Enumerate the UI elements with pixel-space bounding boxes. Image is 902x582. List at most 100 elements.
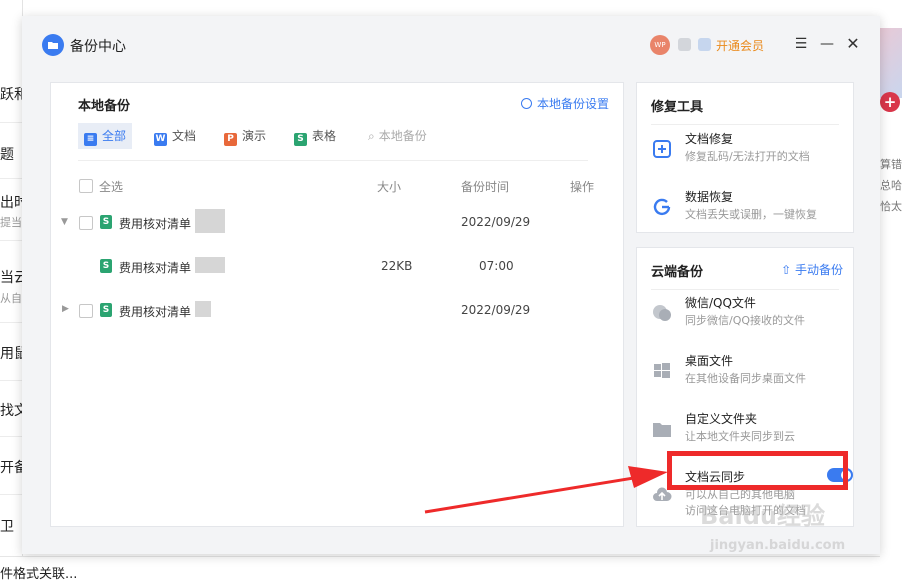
row-checkbox[interactable] xyxy=(79,216,93,230)
thumbnail-image xyxy=(880,28,902,98)
menu-icon[interactable]: ☰ xyxy=(790,33,812,55)
chat-bubble-icon xyxy=(653,305,671,321)
collapse-icon[interactable]: ▼ xyxy=(61,217,68,227)
sheet-file-icon: S xyxy=(100,303,112,317)
desktop-files-item[interactable]: 桌面文件 在其他设备同步桌面文件 xyxy=(651,352,847,398)
divider xyxy=(0,436,22,437)
header-select-all: 全选 xyxy=(99,180,124,194)
bg-text: 卫 xyxy=(0,519,14,535)
background-app-right: + 算错 总哈 恰太 xyxy=(880,0,902,580)
folder-icon xyxy=(653,423,671,437)
item-title: 自定义文件夹 xyxy=(685,412,758,426)
tab-ppt[interactable]: P 演示 xyxy=(224,123,266,149)
doc-icon: W xyxy=(154,133,167,146)
highlight-box xyxy=(667,451,848,490)
data-recovery-item[interactable]: 数据恢复 文档丢失或误删，一键恢复 xyxy=(651,188,847,234)
search-field[interactable]: ⌕ 本地备份 xyxy=(368,123,427,149)
bg-text: 从自 xyxy=(0,292,22,305)
item-desc: 文档丢失或误删，一键恢复 xyxy=(685,208,817,221)
table-row[interactable]: S 费用核对清单 22KB 07:00 xyxy=(51,247,623,287)
local-backup-title: 本地备份 xyxy=(78,99,131,114)
divider xyxy=(0,122,22,123)
header-time: 备份时间 xyxy=(461,180,510,194)
file-name: 费用核对清单 xyxy=(119,305,192,319)
file-name: 费用核对清单 xyxy=(119,261,192,275)
bg-text: 件格式关联... xyxy=(0,567,78,582)
divider xyxy=(0,494,22,495)
bg-text: 算错 xyxy=(880,158,902,171)
local-backup-panel: 本地备份 本地备份设置 ≡ 全部 W 文档 P 演示 S 表格 ⌕ 本地备份 全选 大小 … xyxy=(50,82,624,527)
tab-label: 全部 xyxy=(102,129,127,143)
header-size: 大小 xyxy=(377,180,402,194)
bg-text: 题 xyxy=(0,147,14,163)
item-title: 数据恢复 xyxy=(685,190,734,204)
tab-label: 演示 xyxy=(242,129,267,143)
sheet-file-icon: S xyxy=(100,215,112,229)
diamond-icon[interactable] xyxy=(698,38,711,51)
item-title: 文档修复 xyxy=(685,132,734,146)
repair-tools-panel: 修复工具 文档修复 修复乱码/无法打开的文档 数据恢复 文档丢失或误删，一键恢复 xyxy=(636,82,854,233)
item-desc: 让本地文件夹同步到云 xyxy=(685,430,795,443)
search-icon: ⌕ xyxy=(368,129,375,143)
shield-icon[interactable] xyxy=(678,38,691,51)
ppt-icon: P xyxy=(224,133,237,146)
item-desc: 同步微信/QQ接收的文件 xyxy=(685,314,806,327)
row-checkbox[interactable] xyxy=(79,304,93,318)
divider xyxy=(78,160,588,161)
background-app-left: 跃和 题 出时 提当前 当云 从自 用鼠 找文 开备 卫 xyxy=(0,0,33,580)
expand-icon[interactable]: ▶ xyxy=(62,304,69,314)
redacted-text xyxy=(195,209,225,233)
table-row[interactable]: ▶ S 费用核对清单 2022/09/29 xyxy=(51,291,623,331)
tab-label: 表格 xyxy=(312,129,337,143)
divider xyxy=(0,322,22,323)
custom-folder-item[interactable]: 自定义文件夹 让本地文件夹同步到云 xyxy=(651,410,847,456)
local-backup-settings-link[interactable]: 本地备份设置 xyxy=(520,95,609,112)
sheet-icon: S xyxy=(294,133,307,146)
sheet-file-icon: S xyxy=(100,259,112,273)
item-title: 桌面文件 xyxy=(685,354,734,368)
dialog-title: 备份中心 xyxy=(70,39,126,55)
list-icon: ≡ xyxy=(84,133,97,146)
item-desc: 在其他设备同步桌面文件 xyxy=(685,372,806,385)
tab-sheet[interactable]: S 表格 xyxy=(294,123,336,149)
divider xyxy=(0,380,22,381)
manual-backup-label: 手动备份 xyxy=(794,263,843,277)
settings-label: 本地备份设置 xyxy=(536,97,609,111)
tab-doc[interactable]: W 文档 xyxy=(154,123,196,149)
divider xyxy=(0,178,22,179)
add-icon[interactable]: + xyxy=(880,92,900,112)
file-size: 22KB xyxy=(381,259,413,273)
bg-text: 总哈 xyxy=(880,179,902,192)
backup-time: 2022/09/29 xyxy=(461,303,531,317)
document-repair-icon xyxy=(653,140,671,158)
wechat-qq-files-item[interactable]: 微信/QQ文件 同步微信/QQ接收的文件 xyxy=(651,294,847,340)
upload-icon: ⇧ xyxy=(781,263,795,277)
tab-label: 文档 xyxy=(172,129,197,143)
divider xyxy=(651,289,839,290)
item-desc: 修复乱码/无法打开的文档 xyxy=(685,150,810,163)
item-title: 微信/QQ文件 xyxy=(685,296,756,310)
background-status-bar: 件格式关联... xyxy=(0,556,880,582)
document-repair-item[interactable]: 文档修复 修复乱码/无法打开的文档 xyxy=(651,130,847,176)
minimize-icon[interactable]: — xyxy=(816,33,838,55)
windows-icon xyxy=(654,363,670,378)
repair-tools-title: 修复工具 xyxy=(651,100,704,115)
cloud-backup-title: 云端备份 xyxy=(651,265,704,280)
table-row[interactable]: ▼ S 费用核对清单 2022/09/29 xyxy=(51,203,623,243)
vip-link[interactable]: 开通会员 xyxy=(716,37,764,54)
tab-all[interactable]: ≡ 全部 xyxy=(78,123,133,149)
watermark-logo: Baidu经验 xyxy=(700,502,825,530)
bg-text: 恰太 xyxy=(880,200,902,213)
manual-backup-button[interactable]: ⇧ 手动备份 xyxy=(781,261,843,278)
backup-logo-icon xyxy=(42,34,64,56)
header-action: 操作 xyxy=(570,180,595,194)
backup-time: 2022/09/29 xyxy=(461,215,531,229)
avatar[interactable]: WP xyxy=(650,35,670,55)
watermark-url: jingyan.baidu.com xyxy=(710,538,846,553)
select-all-checkbox[interactable] xyxy=(79,179,93,193)
file-name: 费用核对清单 xyxy=(119,217,192,231)
backup-time: 07:00 xyxy=(479,259,514,273)
close-icon[interactable]: ✕ xyxy=(842,33,864,55)
redacted-text xyxy=(195,301,211,317)
divider xyxy=(651,124,839,125)
